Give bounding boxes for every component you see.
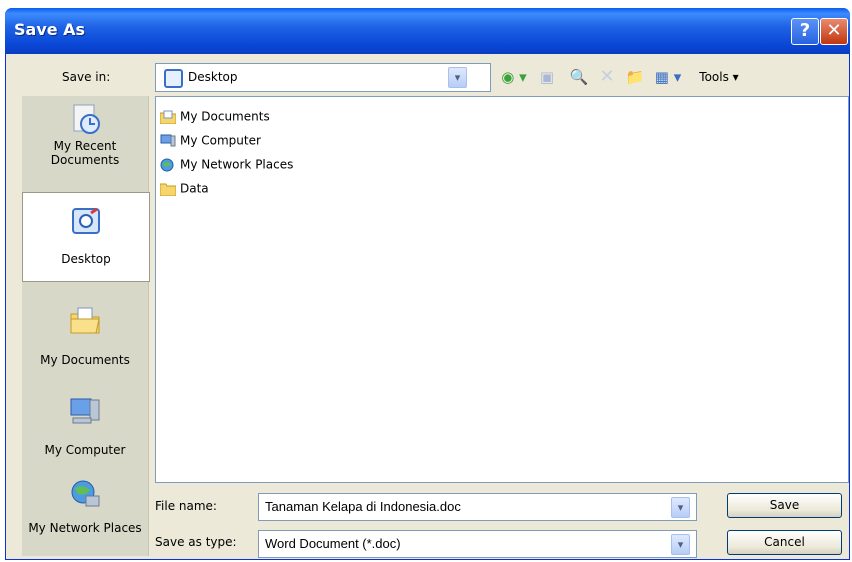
place-label: My Network Places [28, 521, 142, 535]
file-name-input[interactable]: Tanaman Kelapa di Indonesia.doc [265, 499, 461, 514]
place-my-network-places[interactable]: My Network Places [22, 478, 148, 535]
title-bar[interactable]: Save As ? ✕ [5, 8, 850, 54]
desktop-icon [72, 207, 100, 234]
place-my-computer[interactable]: My Computer [22, 394, 148, 457]
place-label: My Documents [40, 353, 130, 367]
save-button[interactable]: Save [727, 493, 842, 518]
location-dropdown-button[interactable]: ▾ [448, 67, 467, 88]
location-combobox[interactable]: Desktop ▾ [155, 63, 491, 92]
my-documents-icon [160, 110, 176, 124]
save-as-type-value: Word Document (*.doc) [265, 536, 401, 551]
my-computer-icon [160, 134, 176, 146]
file-name: My Network Places [180, 157, 294, 172]
search-web-button[interactable]: 🔍 [569, 67, 589, 87]
up-one-level-button[interactable]: ▣ [537, 67, 557, 87]
file-name-label: File name: [155, 499, 217, 513]
help-button[interactable]: ? [791, 18, 819, 45]
places-bar: My Recent Documents Desktop My Documents [22, 96, 150, 556]
close-button[interactable]: ✕ [820, 18, 848, 45]
recent-documents-icon [73, 104, 100, 134]
place-label: My Computer [44, 443, 126, 457]
place-label: Desktop [61, 252, 111, 266]
place-desktop[interactable]: Desktop [22, 192, 150, 282]
save-as-type-combobox[interactable]: Word Document (*.doc) ▾ [258, 530, 697, 558]
place-label: My Recent Documents [50, 139, 120, 167]
network-places-icon [71, 480, 100, 507]
save-as-type-dropdown-button[interactable]: ▾ [671, 534, 690, 555]
file-name-dropdown-button[interactable]: ▾ [671, 497, 690, 518]
file-name: My Documents [180, 109, 270, 124]
views-menu-button[interactable]: ▦ ▾ [653, 67, 683, 87]
tools-menu[interactable]: Tools ▾ [689, 67, 749, 87]
delete-button[interactable]: ✕ [597, 67, 617, 87]
file-name-combobox[interactable]: Tanaman Kelapa di Indonesia.doc ▾ [258, 493, 697, 521]
back-button[interactable]: ◉ ▾ [499, 67, 529, 87]
my-documents-icon [70, 307, 100, 334]
save-as-dialog: Save As ? ✕ Save in: Desktop ▾ ◉ ▾ ▣ 🔍 ✕… [5, 8, 850, 560]
file-list[interactable]: My Documents My Computer My Network Plac… [155, 96, 849, 483]
location-value: Desktop [188, 70, 238, 84]
list-item[interactable]: My Documents [160, 105, 270, 127]
list-item[interactable]: Data [160, 177, 209, 199]
my-computer-icon [70, 398, 100, 424]
desktop-icon [164, 69, 183, 88]
list-item[interactable]: My Computer [160, 129, 261, 151]
file-name: My Computer [180, 133, 261, 148]
dialog-title: Save As [14, 20, 86, 39]
save-in-label: Save in: [62, 70, 111, 84]
file-name: Data [180, 181, 209, 196]
folder-icon [160, 183, 176, 196]
new-folder-button[interactable]: 📁 [625, 67, 645, 87]
save-as-type-label: Save as type: [155, 535, 237, 549]
place-my-recent-documents[interactable]: My Recent Documents [22, 102, 148, 167]
list-item[interactable]: My Network Places [160, 153, 293, 175]
place-my-documents[interactable]: My Documents [22, 304, 148, 367]
cancel-button[interactable]: Cancel [727, 530, 842, 555]
network-places-icon [160, 158, 174, 171]
